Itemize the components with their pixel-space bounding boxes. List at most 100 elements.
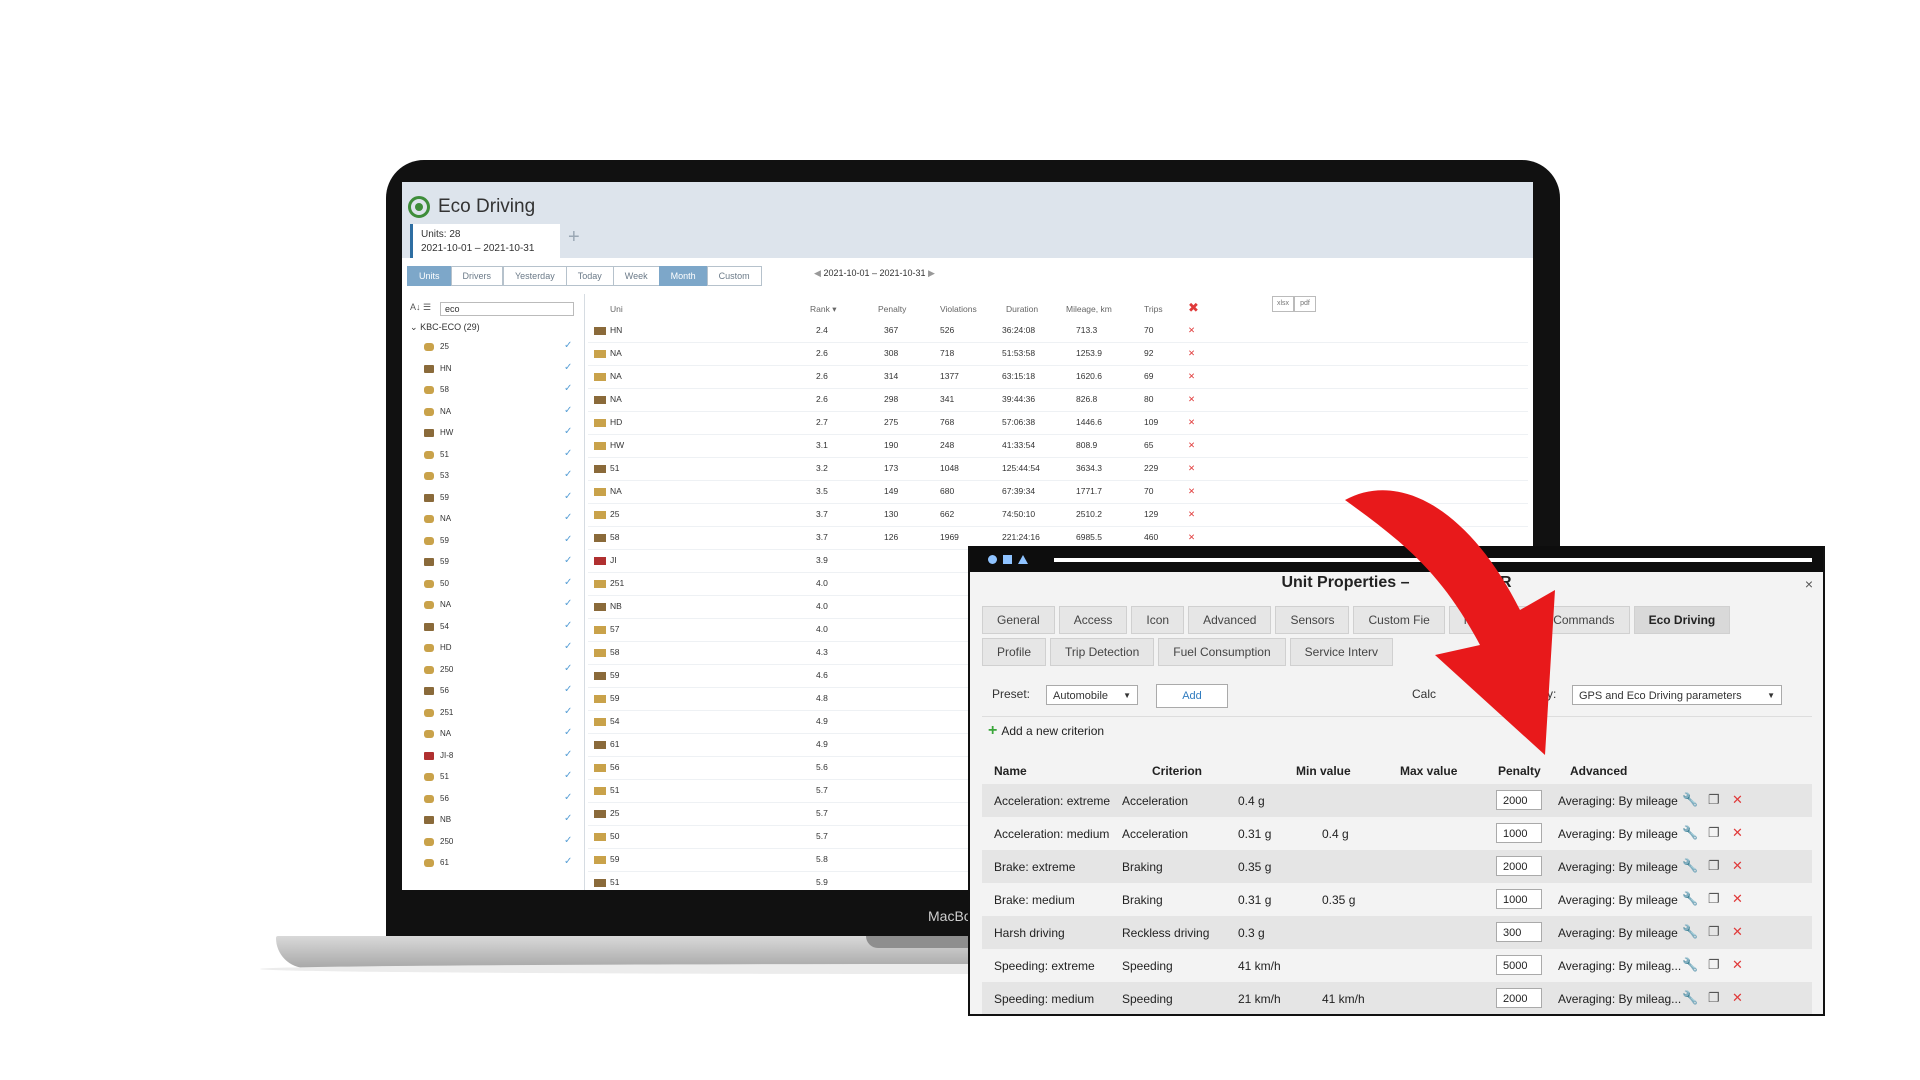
col-violations-header[interactable]: Violations xyxy=(940,304,977,314)
tab-trip-detection[interactable]: Trip Detection xyxy=(1050,638,1155,666)
checkmark-icon[interactable]: ✓ xyxy=(564,663,572,674)
delete-icon[interactable]: ✕ xyxy=(1732,858,1743,874)
unit-list-item[interactable]: NA ✓ xyxy=(418,726,578,748)
table-row[interactable]: NA 2.6 314 1377 63:15:18 1620.6 69 ✕ xyxy=(588,366,1528,389)
unit-list-item[interactable]: 59 ✓ xyxy=(418,533,578,555)
col-trips-header[interactable]: Trips xyxy=(1144,304,1163,314)
prev-period-icon[interactable]: ◀ xyxy=(814,268,821,278)
wrench-icon[interactable]: 🔧 xyxy=(1682,792,1698,808)
unit-list-item[interactable]: HW ✓ xyxy=(418,425,578,447)
table-row[interactable]: HD 2.7 275 768 57:06:38 1446.6 109 ✕ xyxy=(588,412,1528,435)
checkmark-icon[interactable]: ✓ xyxy=(564,792,572,803)
criterion-row[interactable]: Acceleration: medium Acceleration 0.31 g 0.… xyxy=(982,817,1812,850)
unit-search-input[interactable]: eco xyxy=(440,302,574,316)
unit-list-item[interactable]: 56 ✓ xyxy=(418,791,578,813)
table-row[interactable]: HN 2.4 367 526 36:24:08 713.3 70 ✕ xyxy=(588,320,1528,343)
tab-icon[interactable]: Icon xyxy=(1131,606,1185,634)
delete-row-icon[interactable]: ✕ xyxy=(1188,325,1195,336)
unit-list-item[interactable]: 58 ✓ xyxy=(418,382,578,404)
delete-icon[interactable]: ✕ xyxy=(1732,891,1743,907)
copy-icon[interactable]: ❐ xyxy=(1708,825,1720,841)
unit-list-item[interactable]: NA ✓ xyxy=(418,404,578,426)
wrench-icon[interactable]: 🔧 xyxy=(1682,924,1698,940)
delete-icon[interactable]: ✕ xyxy=(1732,990,1743,1006)
unit-group-row[interactable]: ⌄ KBC-ECO (29) xyxy=(410,322,480,333)
col-mileage-header[interactable]: Mileage, km xyxy=(1066,304,1112,314)
col-duration-header[interactable]: Duration xyxy=(1006,304,1038,314)
unit-list-item[interactable]: HN ✓ xyxy=(418,361,578,383)
unit-list-item[interactable]: 54 ✓ xyxy=(418,619,578,641)
criterion-row[interactable]: Brake: extreme Braking 0.35 g 2000 Averaging… xyxy=(982,850,1812,883)
tab-access[interactable]: Access xyxy=(1058,606,1128,634)
delete-icon[interactable]: ✕ xyxy=(1732,924,1743,940)
delete-icon[interactable]: ✕ xyxy=(1732,957,1743,973)
period-yesterday-button[interactable]: Yesterday xyxy=(503,266,567,286)
wrench-icon[interactable]: 🔧 xyxy=(1682,990,1698,1006)
copy-icon[interactable]: ❐ xyxy=(1708,891,1720,907)
checkmark-icon[interactable]: ✓ xyxy=(564,770,572,781)
unit-list-item[interactable]: 51 ✓ xyxy=(418,769,578,791)
copy-icon[interactable]: ❐ xyxy=(1708,924,1720,940)
checkmark-icon[interactable]: ✓ xyxy=(564,598,572,609)
checkmark-icon[interactable]: ✓ xyxy=(564,534,572,545)
copy-icon[interactable]: ❐ xyxy=(1708,957,1720,973)
criterion-row[interactable]: Speeding: extreme Speeding 41 km/h 5000 Aver… xyxy=(982,949,1812,982)
checkmark-icon[interactable]: ✓ xyxy=(564,641,572,652)
wrench-icon[interactable]: 🔧 xyxy=(1682,858,1698,874)
delete-icon[interactable]: ✕ xyxy=(1732,825,1743,841)
delete-all-icon[interactable]: ✖ xyxy=(1188,300,1199,316)
unit-list-item[interactable]: 250 ✓ xyxy=(418,662,578,684)
unit-list-item[interactable]: 59 ✓ xyxy=(418,554,578,576)
unit-list-item[interactable]: JI-8 ✓ xyxy=(418,748,578,770)
unit-list-item[interactable]: 51 ✓ xyxy=(418,447,578,469)
checkmark-icon[interactable]: ✓ xyxy=(564,706,572,717)
export-pdf-button[interactable]: pdf xyxy=(1294,296,1316,312)
copy-icon[interactable]: ❐ xyxy=(1708,858,1720,874)
checkmark-icon[interactable]: ✓ xyxy=(564,727,572,738)
unit-list-item[interactable]: 50 ✓ xyxy=(418,576,578,598)
checkmark-icon[interactable]: ✓ xyxy=(564,426,572,437)
wrench-icon[interactable]: 🔧 xyxy=(1682,957,1698,973)
wrench-icon[interactable]: 🔧 xyxy=(1682,825,1698,841)
add-criterion-link[interactable]: + Add a new criterion xyxy=(988,722,1104,740)
checkmark-icon[interactable]: ✓ xyxy=(564,620,572,631)
period-today-button[interactable]: Today xyxy=(565,266,614,286)
criterion-row[interactable]: Acceleration: extreme Acceleration 0.4 g 20… xyxy=(982,784,1812,817)
penalty-input[interactable]: 2000 xyxy=(1496,988,1542,1008)
checkmark-icon[interactable]: ✓ xyxy=(564,512,572,523)
checkmark-icon[interactable]: ✓ xyxy=(564,577,572,588)
penalty-input[interactable]: 1000 xyxy=(1496,889,1542,909)
criterion-row[interactable]: Speeding: medium Speeding 21 km/h 41 km/h 20… xyxy=(982,982,1812,1014)
copy-icon[interactable]: ❐ xyxy=(1708,990,1720,1006)
table-row[interactable]: NA 2.6 308 718 51:53:58 1253.9 92 ✕ xyxy=(588,343,1528,366)
unit-list-item[interactable]: 59 ✓ xyxy=(418,490,578,512)
chevron-down-icon[interactable]: ⌄ xyxy=(410,322,418,332)
tab-eco-driving[interactable]: Eco Driving xyxy=(1633,606,1731,634)
add-tab-button[interactable]: + xyxy=(568,226,580,249)
checkmark-icon[interactable]: ✓ xyxy=(564,555,572,566)
checkmark-icon[interactable]: ✓ xyxy=(564,362,572,373)
criterion-row[interactable]: Brake: medium Braking 0.31 g 0.35 g 1000 Aver… xyxy=(982,883,1812,916)
checkmark-icon[interactable]: ✓ xyxy=(564,749,572,760)
checkmark-icon[interactable]: ✓ xyxy=(564,684,572,695)
add-preset-button[interactable]: Add xyxy=(1156,684,1228,708)
checkmark-icon[interactable]: ✓ xyxy=(564,340,572,351)
export-xlsx-button[interactable]: xlsx xyxy=(1272,296,1294,312)
delete-row-icon[interactable]: ✕ xyxy=(1188,440,1195,451)
table-row[interactable]: HW 3.1 190 248 41:33:54 808.9 65 ✕ xyxy=(588,435,1528,458)
unit-list-item[interactable]: 53 ✓ xyxy=(418,468,578,490)
checkmark-icon[interactable]: ✓ xyxy=(564,469,572,480)
checkmark-icon[interactable]: ✓ xyxy=(564,835,572,846)
unit-list-item[interactable]: NA ✓ xyxy=(418,597,578,619)
unit-list-item[interactable]: 251 ✓ xyxy=(418,705,578,727)
checkmark-icon[interactable]: ✓ xyxy=(564,813,572,824)
tab-general[interactable]: General xyxy=(982,606,1055,634)
penalty-input[interactable]: 2000 xyxy=(1496,790,1542,810)
next-period-icon[interactable]: ▶ xyxy=(928,268,935,278)
tab-fuel-consumption[interactable]: Fuel Consumption xyxy=(1158,638,1286,666)
checkmark-icon[interactable]: ✓ xyxy=(564,405,572,416)
unit-list-item[interactable]: NB ✓ xyxy=(418,812,578,834)
delete-row-icon[interactable]: ✕ xyxy=(1188,417,1195,428)
delete-row-icon[interactable]: ✕ xyxy=(1188,394,1195,405)
tab-profile[interactable]: Profile xyxy=(982,638,1047,666)
